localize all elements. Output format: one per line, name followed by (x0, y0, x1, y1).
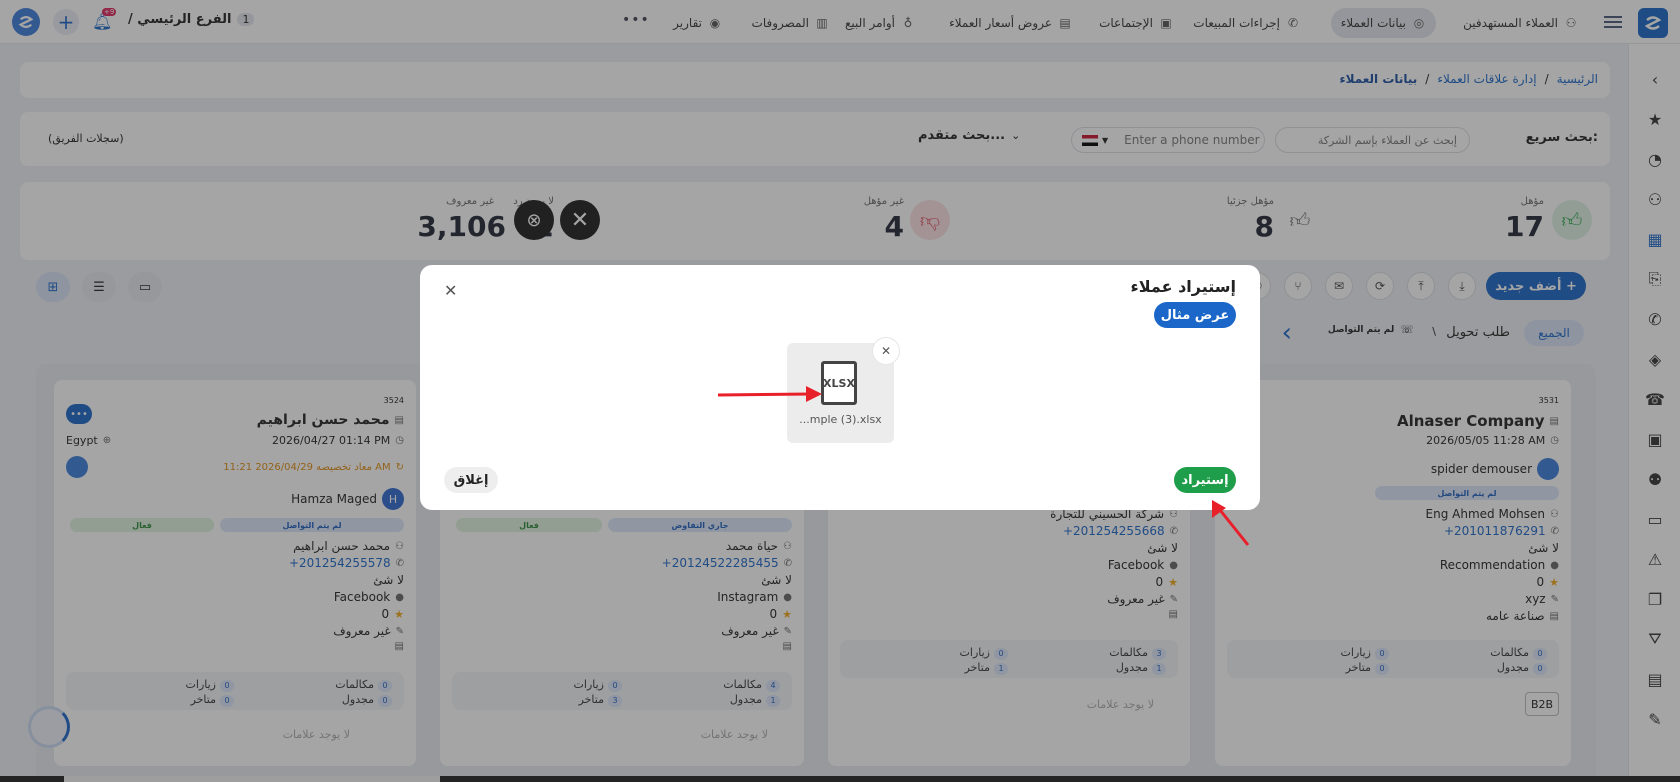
arrow-to-import-icon (1212, 500, 1250, 546)
annotation-arrows (717, 386, 1250, 546)
arrow-to-file-icon (717, 386, 822, 402)
